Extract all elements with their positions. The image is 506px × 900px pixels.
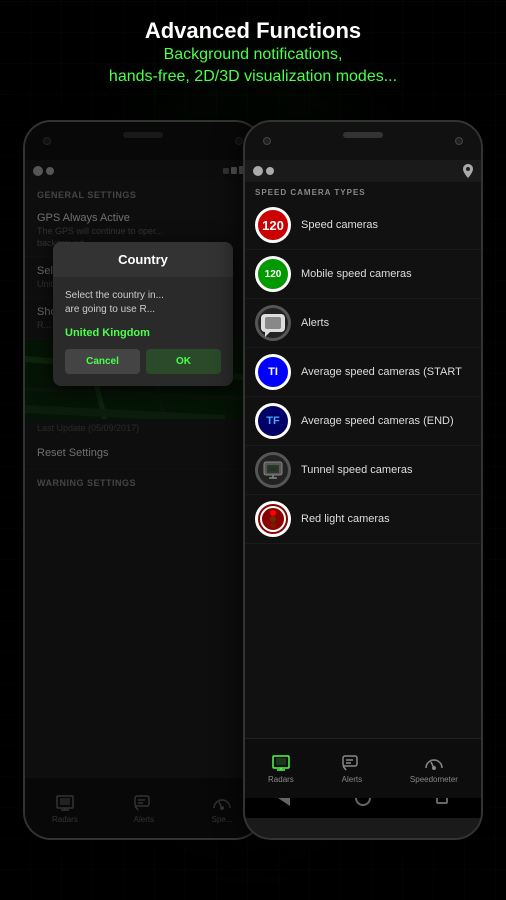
dialog-body: Select the country in... are going to us… (53, 277, 233, 386)
dialog-title: Country (53, 242, 233, 277)
alert-bubble (261, 314, 285, 332)
confirm-button[interactable]: OK (146, 349, 221, 374)
camera-item-avg-end[interactable]: TF Average speed cameras (END) (245, 397, 481, 446)
nav-radars-right[interactable]: Radars (268, 753, 294, 784)
nav-alerts-right[interactable]: Alerts (340, 753, 364, 784)
dialog-text-1: Select the country in... are going to us… (65, 289, 221, 317)
camera-item-avg-start[interactable]: TI Average speed cameras (START (245, 348, 481, 397)
cancel-button[interactable]: Cancel (65, 349, 140, 374)
header-subtitle: Background notifications, hands-free, 2D… (0, 44, 506, 89)
nav-speedometer-label-right: Speedometer (410, 775, 458, 784)
avg-start-text: TI (268, 366, 278, 378)
subtitle-line2: hands-free, 2D/3D visualization modes... (109, 68, 397, 85)
right-phone: SPEED CAMERA TYPES 120 Speed cameras 120… (243, 120, 483, 840)
camera-item-tunnel[interactable]: Tunnel speed cameras (245, 446, 481, 495)
dialog-selected-option[interactable]: United Kingdom (65, 327, 221, 339)
status-icons-right (253, 166, 274, 176)
phone-top-right (245, 122, 481, 160)
alert-cam-label: Alerts (301, 317, 329, 329)
left-phone: GENERAL SETTINGS GPS Always Active The G… (23, 120, 263, 840)
sensor-right (455, 137, 463, 145)
speed-cam-label: Speed cameras (301, 219, 378, 231)
avg-end-text: TF (266, 415, 279, 427)
avg-start-label: Average speed cameras (START (301, 366, 462, 378)
header-title: Advanced Functions (0, 18, 506, 44)
bottom-nav-right: Radars Alerts (245, 738, 481, 798)
phones-container: GENERAL SETTINGS GPS Always Active The G… (0, 120, 506, 840)
alert-screen (265, 317, 281, 329)
red-light-label: Red light cameras (301, 513, 390, 525)
dialog-buttons: Cancel OK (65, 349, 221, 374)
right-screen: SPEED CAMERA TYPES 120 Speed cameras 120… (245, 182, 481, 778)
app-icon-r1 (253, 166, 263, 176)
subtitle-line1: Background notifications, (164, 46, 343, 63)
header: Advanced Functions Background notificati… (0, 18, 506, 89)
camera-types-header: SPEED CAMERA TYPES (245, 182, 481, 201)
avg-end-icon: TF (255, 403, 291, 439)
camera-item-mobile[interactable]: 120 Mobile speed cameras (245, 250, 481, 299)
nav-radars-label-right: Radars (268, 775, 294, 784)
camera-item-red-light[interactable]: Red light cameras (245, 495, 481, 544)
mobile-cam-label: Mobile speed cameras (301, 268, 412, 280)
nav-speedometer-right[interactable]: Speedometer (410, 753, 458, 784)
mobile-cam-number: 120 (265, 269, 282, 280)
country-dialog: Country Select the country in... are goi… (53, 242, 233, 386)
speed-cam-number: 120 (262, 218, 284, 233)
camera-item-speed[interactable]: 120 Speed cameras (245, 201, 481, 250)
camera-item-alert[interactable]: Alerts (245, 299, 481, 348)
tunnel-cam-label: Tunnel speed cameras (301, 464, 413, 476)
red-light-icon (255, 501, 291, 537)
alerts-icon-right (340, 753, 364, 773)
tunnel-cam-icon (255, 452, 291, 488)
speedometer-icon-right (422, 753, 446, 773)
avg-start-icon: TI (255, 354, 291, 390)
status-bar-right (245, 160, 481, 182)
radar-icon-right (269, 753, 293, 773)
speaker-right (343, 132, 383, 138)
mobile-cam-icon: 120 (255, 256, 291, 292)
nav-alerts-label-right: Alerts (342, 775, 362, 784)
alert-cam-icon (255, 305, 291, 341)
app-icon-r2 (266, 167, 274, 175)
speed-cam-icon: 120 (255, 207, 291, 243)
pin-icon-right (463, 164, 473, 178)
avg-end-label: Average speed cameras (END) (301, 415, 454, 427)
front-camera-right (263, 137, 271, 145)
dialog-overlay: Country Select the country in... are goi… (25, 122, 261, 838)
